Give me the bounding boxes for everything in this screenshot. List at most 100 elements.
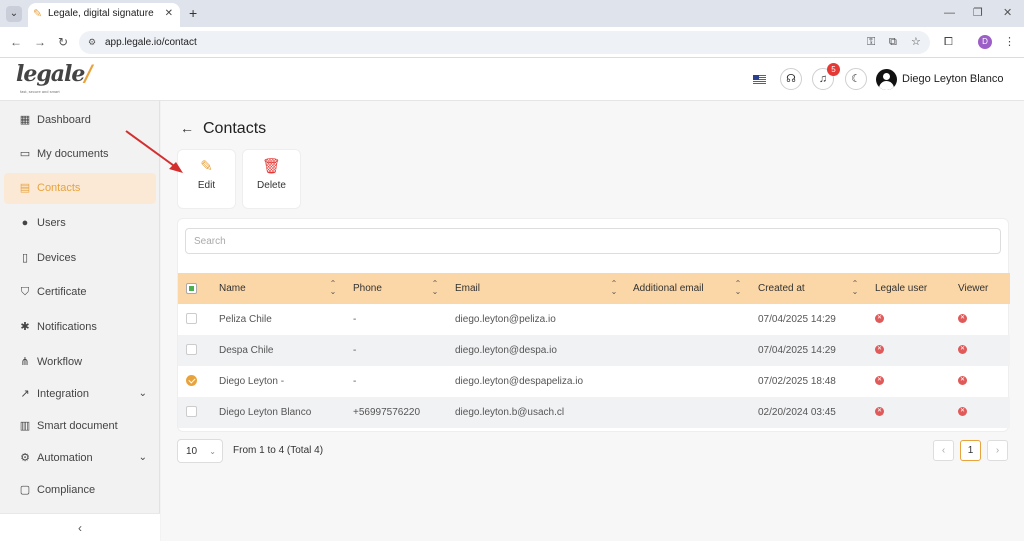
viewer-no-icon: ✕ — [958, 345, 967, 354]
sidebar-item-label: Smart document — [37, 420, 118, 432]
search-input[interactable] — [185, 228, 1001, 254]
sidebar-item-devices[interactable]: ▯ Devices — [4, 243, 156, 274]
contact-name: Diego Leyton - — [219, 376, 285, 387]
install-app-icon[interactable]: ⧉ — [889, 36, 897, 49]
sidebar-item-label: Dashboard — [37, 114, 91, 126]
column-header-phone[interactable]: Phone — [353, 282, 382, 295]
contacts-table-card: Name ⌃⌄ Phone ⌃⌄ Email ⌃⌄ Additional ema… — [177, 218, 1010, 432]
site-info-icon[interactable]: ⚙ — [88, 36, 96, 49]
table-row[interactable]: Despa Chile - diego.leyton@despa.io 07/0… — [178, 335, 1010, 366]
app-header: legale/ fast, secure and smart ☊ ♫ 5 ☾ D… — [0, 58, 1024, 101]
tab-title: Legale, digital signature — [48, 8, 154, 19]
table-row[interactable]: Peliza Chile - diego.leyton@peliza.io 07… — [178, 304, 1010, 335]
table-header: Name ⌃ ⌄ Phone ⌃ ⌄ Email ⌃ ⌄ Additional ema… — [178, 273, 1010, 304]
delete-button[interactable]: 🗑 Delete — [242, 149, 301, 209]
prev-page-button[interactable]: ‹ — [933, 440, 954, 461]
sidebar-item-label: Automation — [37, 452, 93, 464]
browser-menu-icon[interactable]: ⋮ — [1004, 35, 1015, 49]
tab-close-button[interactable]: ✕ — [165, 3, 173, 25]
reload-icon[interactable]: ↻ — [58, 34, 68, 50]
sidebar-item-contacts[interactable]: ▤ Contacts — [4, 173, 156, 204]
sidebar-item-automation[interactable]: ⚙ Automation ⌄ — [4, 443, 156, 474]
sidebar-item-compliance[interactable]: ▢ Compliance — [4, 475, 156, 506]
contact-name: Peliza Chile — [219, 314, 272, 325]
delete-button-label: Delete — [257, 180, 286, 191]
select-all-checkbox[interactable] — [186, 283, 197, 294]
row-checkbox[interactable] — [186, 313, 197, 324]
minimize-icon[interactable]: — — [944, 5, 955, 21]
contact-created-at: 02/20/2024 03:45 — [758, 407, 836, 418]
row-checkbox[interactable] — [186, 406, 197, 417]
main-content: ← Contacts ✎ Edit 🗑 Delete Name ⌃⌄ Phone… — [161, 101, 1024, 541]
bookmark-star-icon[interactable]: ☆ — [911, 36, 921, 49]
sidebar-item-integration[interactable]: ↗ Integration ⌄ — [4, 379, 156, 410]
back-nav-icon[interactable]: ← — [10, 34, 22, 50]
contact-email: diego.leyton.b@usach.cl — [455, 407, 565, 418]
chevron-down-icon[interactable]: ⌄ — [139, 387, 147, 400]
page-title: Contacts — [203, 120, 267, 137]
legale-user-no-icon: ✕ — [875, 407, 884, 416]
us-flag-icon[interactable] — [753, 75, 766, 84]
sidebar-item-label: Notifications — [37, 321, 97, 333]
next-page-button[interactable]: › — [987, 440, 1008, 461]
row-checkbox[interactable] — [186, 344, 197, 355]
sort-icon[interactable]: ⌃ ⌄ — [609, 280, 619, 296]
sidebar-item-certificate[interactable]: ⛉ Certificate — [4, 277, 156, 308]
column-header-created-at[interactable]: Created at — [758, 282, 805, 295]
column-header-legale-user[interactable]: Legale user — [875, 282, 927, 295]
contact-phone: - — [353, 345, 357, 356]
close-window-icon[interactable]: ✕ — [1003, 5, 1012, 21]
sort-icon[interactable]: ⌃ ⌄ — [733, 280, 743, 296]
user-name[interactable]: Diego Leyton Blanco — [902, 73, 1004, 86]
contact-phone: - — [353, 376, 357, 387]
column-header-name[interactable]: Name — [219, 282, 246, 295]
sort-icon[interactable]: ⌃ ⌄ — [328, 280, 338, 296]
chevron-down-icon[interactable]: ⌄ — [139, 451, 147, 464]
password-key-icon[interactable]: ⚿ — [867, 36, 875, 49]
sort-desc-icon[interactable]: ⌃ ⌄ — [850, 280, 860, 296]
extensions-icon[interactable]: ⧠ — [944, 35, 953, 49]
contact-email: diego.leyton@despapeliza.io — [455, 376, 584, 387]
browser-tab-bar: ⌄ ✎ Legale, digital signature ✕ + — ❐ ✕ — [0, 0, 1024, 27]
column-header-additional-email[interactable]: Additional email — [633, 282, 704, 295]
viewer-no-icon: ✕ — [958, 407, 967, 416]
new-tab-button[interactable]: + — [189, 5, 197, 21]
sidebar-item-users[interactable]: ● Users — [4, 208, 156, 239]
legale-user-no-icon: ✕ — [875, 345, 884, 354]
integration-icon: ↗ — [20, 388, 30, 400]
dashboard-icon: ▦ — [19, 114, 31, 126]
column-header-email[interactable]: Email — [455, 282, 480, 295]
sidebar-item-label: Workflow — [37, 356, 83, 368]
forward-nav-icon[interactable]: → — [34, 34, 46, 50]
table-row[interactable]: Diego Leyton Blanco +56997576220 diego.l… — [178, 397, 1010, 428]
dark-mode-icon[interactable]: ☾ — [845, 68, 867, 90]
device-icon: ▯ — [21, 252, 29, 264]
sidebar-item-notifications[interactable]: ✱ Notifications — [4, 312, 156, 343]
sidebar-item-workflow[interactable]: ⋔ Workflow — [4, 347, 156, 378]
sidebar-item-label: Integration — [37, 388, 89, 400]
sidebar-collapse-button[interactable]: ‹ — [0, 513, 160, 541]
sidebar-item-smart-document[interactable]: ▥ Smart document — [4, 411, 156, 442]
row-checkbox-checked[interactable] — [186, 375, 197, 386]
logo-wordmark: legale/ — [16, 61, 92, 87]
contact-phone: +56997576220 — [353, 407, 421, 418]
support-headset-icon[interactable]: ☊ — [780, 68, 802, 90]
legale-logo[interactable]: legale/ fast, secure and smart — [16, 61, 92, 95]
viewer-no-icon: ✕ — [958, 376, 967, 385]
tab-search-chevron-icon[interactable]: ⌄ — [6, 6, 22, 22]
legale-user-no-icon: ✕ — [875, 376, 884, 385]
contact-email: diego.leyton@despa.io — [455, 345, 557, 356]
sort-icon[interactable]: ⌃ ⌄ — [430, 280, 440, 296]
restore-icon[interactable]: ❐ — [973, 5, 983, 21]
browser-tab[interactable]: ✎ Legale, digital signature ✕ — [28, 3, 180, 27]
page-size-select[interactable]: 10 ⌄ — [177, 439, 223, 463]
page-1-button[interactable]: 1 — [960, 440, 981, 461]
browser-profile-avatar[interactable]: D — [978, 35, 992, 49]
user-avatar[interactable] — [876, 69, 897, 90]
column-header-viewer[interactable]: Viewer — [958, 282, 988, 295]
browser-toolbar: ← → ↻ ⚙ app.legale.io/contact ⚿ ⧉ ☆ ⧠ ⋮ — [0, 27, 1024, 58]
table-row[interactable]: Diego Leyton - - diego.leyton@despapeliz… — [178, 366, 1010, 397]
address-bar[interactable]: ⚙ app.legale.io/contact ⚿ ⧉ ☆ — [79, 31, 930, 54]
sidebar-item-label: Compliance — [37, 484, 96, 496]
sidebar-item-label: Devices — [37, 252, 77, 264]
